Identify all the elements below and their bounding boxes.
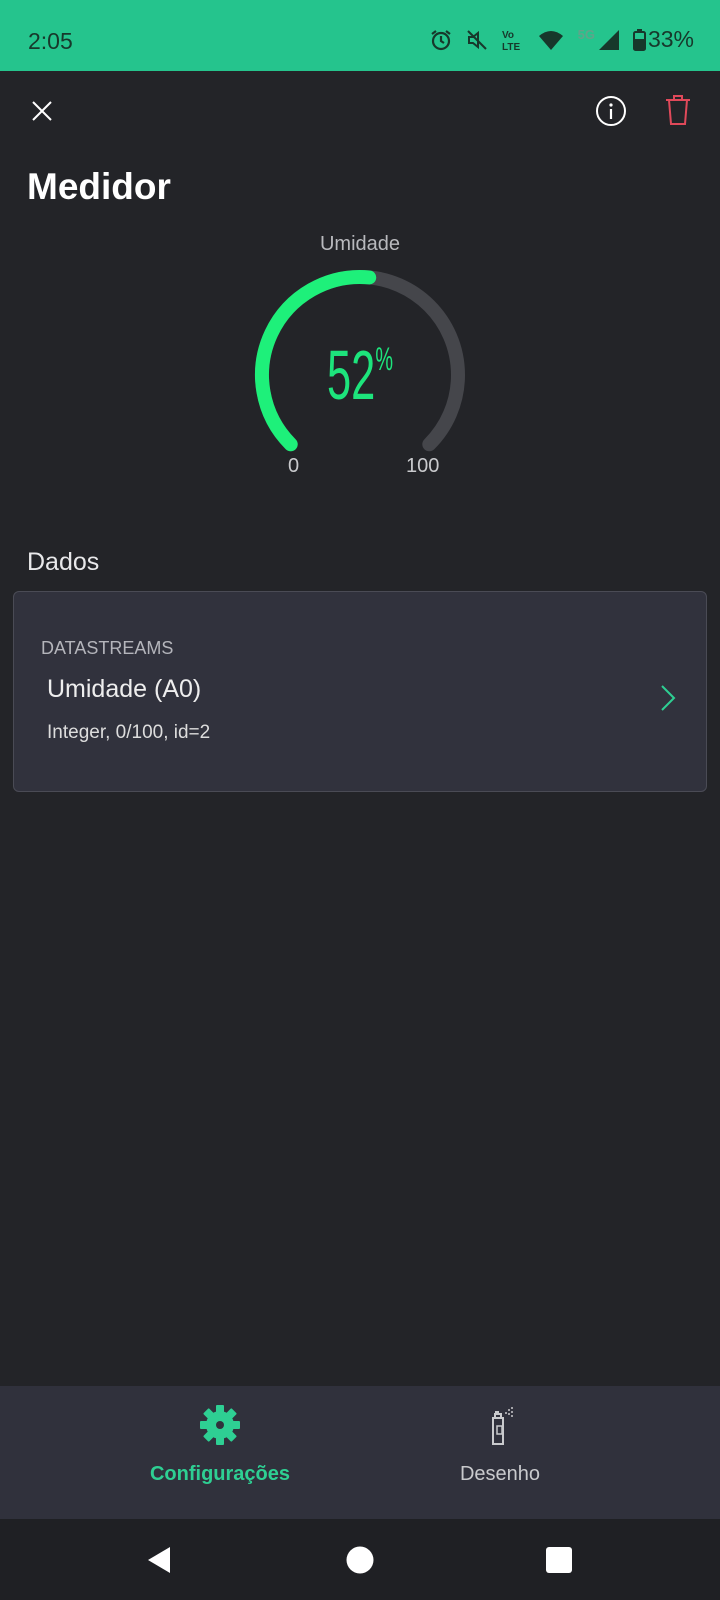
bottom-tabs: Configurações Desenho	[0, 1386, 720, 1519]
gauge-min: 0	[288, 455, 300, 477]
page-title: Medidor	[27, 166, 171, 207]
svg-text:Vo: Vo	[502, 30, 514, 41]
wifi-icon	[538, 30, 563, 50]
info-icon	[596, 96, 626, 126]
close-icon	[32, 101, 52, 121]
back-icon[interactable]	[146, 1546, 172, 1574]
section-title: Dados	[27, 548, 100, 576]
datastream-name: Umidade (A0)	[47, 675, 202, 703]
tab-label: Configurações	[149, 1463, 291, 1485]
card-caption: DATASTREAMS	[41, 638, 174, 658]
spray-can-icon	[492, 1407, 513, 1445]
home-icon[interactable]	[346, 1546, 374, 1574]
trash-icon	[666, 95, 690, 125]
tab-configuracoes[interactable]: Configurações	[140, 1404, 300, 1486]
status-time: 2:05	[28, 28, 73, 54]
chevron-right-icon	[661, 685, 676, 711]
gear-icon	[200, 1405, 240, 1445]
gauge-value-number: 52	[327, 336, 376, 414]
datastream-card[interactable]: DATASTREAMS Umidade (A0) Integer, 0/100,…	[13, 591, 707, 792]
battery-percent: 33%	[647, 26, 694, 52]
info-button[interactable]	[595, 95, 627, 132]
close-button[interactable]	[30, 99, 54, 128]
datastream-meta: Integer, 0/100, id=2	[47, 722, 211, 743]
tab-label: Desenho	[459, 1463, 541, 1485]
svg-text:LTE: LTE	[502, 42, 520, 52]
recents-icon[interactable]	[546, 1547, 572, 1573]
volte-icon: VoLTE	[502, 30, 520, 52]
gauge-value: 52%	[137, 335, 583, 415]
network-type: 5G	[577, 27, 595, 42]
tab-desenho[interactable]: Desenho	[420, 1404, 580, 1486]
alarm-icon	[430, 29, 451, 50]
status-bar: 2:05 Vo LTE 5G 33%	[0, 0, 720, 71]
system-nav-bar	[0, 1519, 720, 1600]
gauge-max: 100	[406, 455, 440, 477]
battery-icon	[632, 28, 646, 51]
delete-button[interactable]	[664, 94, 692, 131]
mute-icon	[466, 29, 487, 50]
signal-icon	[598, 29, 619, 50]
gauge-unit: %	[375, 341, 393, 377]
